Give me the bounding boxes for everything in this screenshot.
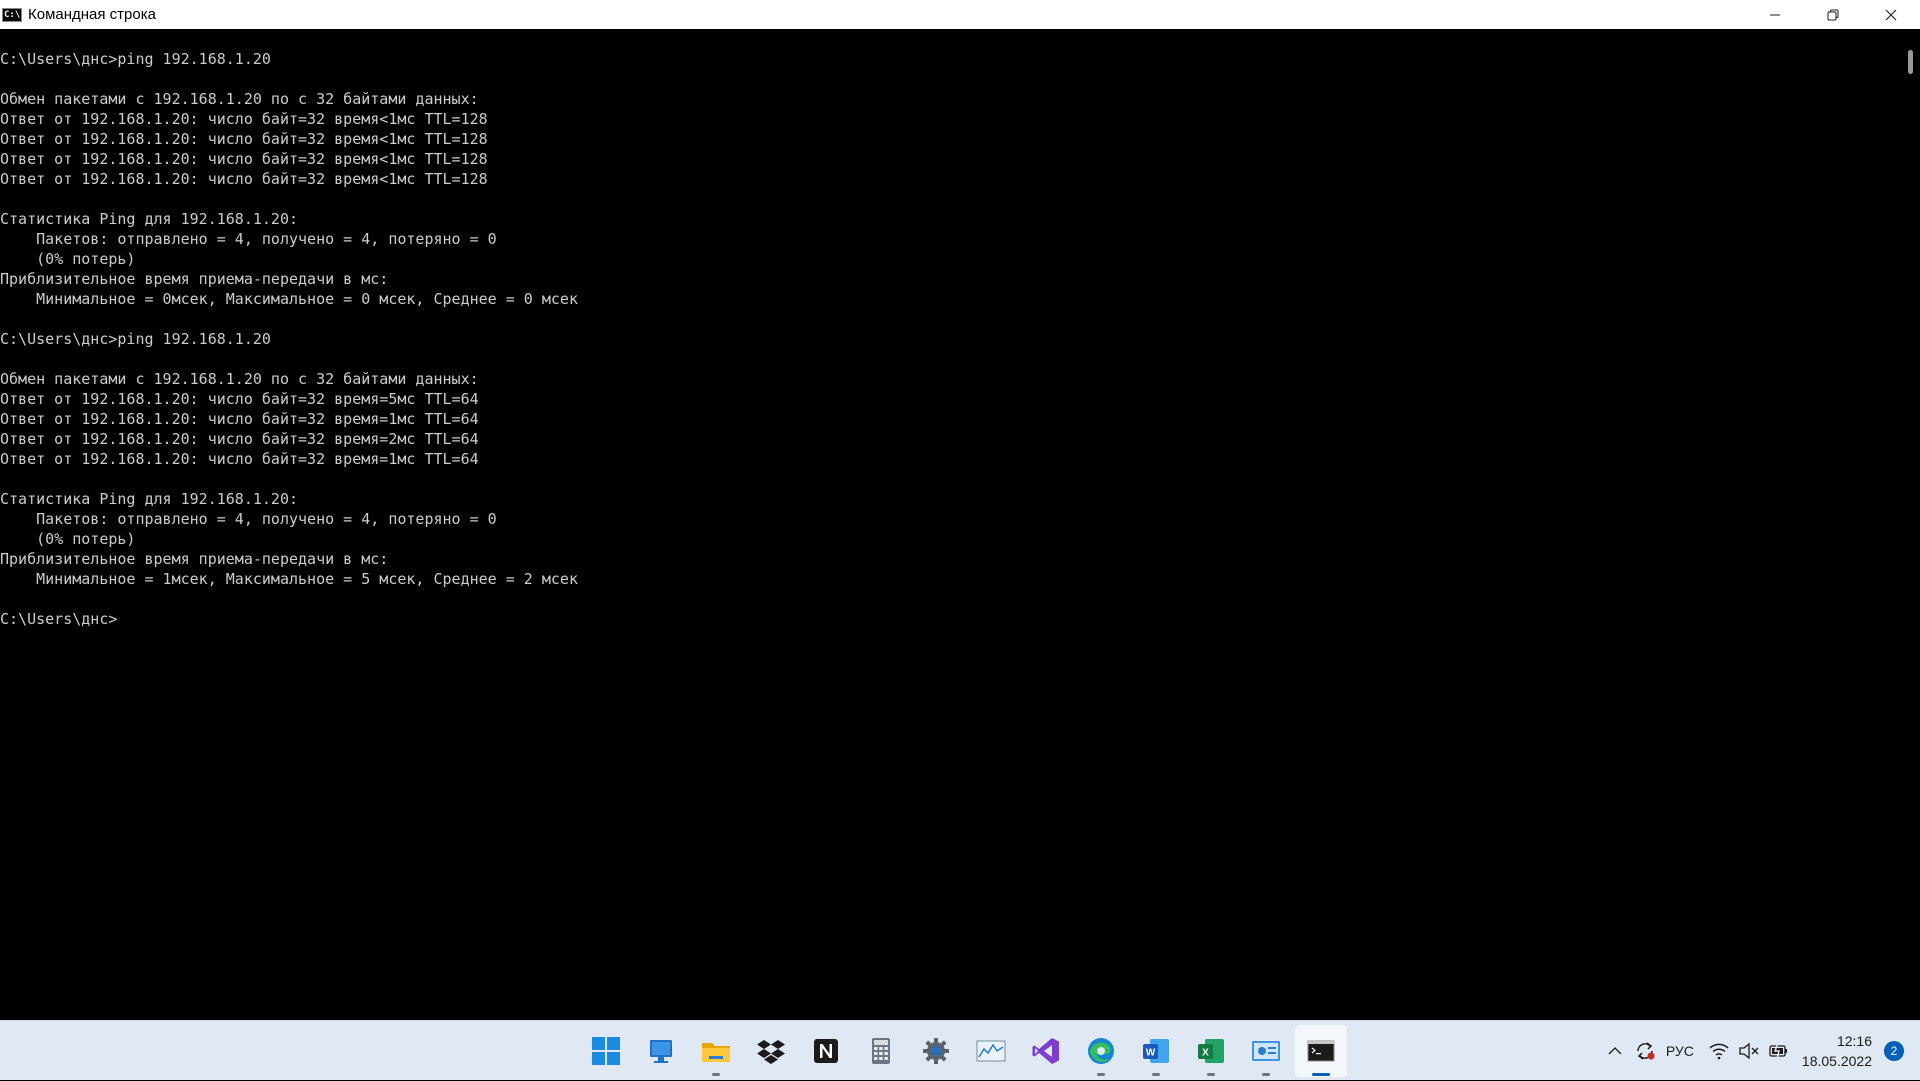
- wifi-icon: [1709, 1043, 1729, 1060]
- show-hidden-icons-button[interactable]: [1600, 1036, 1630, 1066]
- console-line: Статистика Ping для 192.168.1.20:: [0, 210, 299, 228]
- vertical-scrollbar[interactable]: [1900, 29, 1920, 1020]
- start-button[interactable]: [580, 1025, 632, 1077]
- taskbar-app-control-panel[interactable]: [1240, 1025, 1292, 1077]
- taskbar-app-dropbox[interactable]: [745, 1025, 797, 1077]
- close-button[interactable]: [1862, 0, 1920, 29]
- word-icon: W: [1143, 1039, 1169, 1063]
- excel-icon: X: [1198, 1039, 1224, 1063]
- sync-status-button[interactable]: [1630, 1036, 1660, 1066]
- terminal-icon: [1307, 1040, 1335, 1062]
- clock[interactable]: 12:16 18.05.2022: [1794, 1031, 1884, 1071]
- taskbar-app-desktop[interactable]: [635, 1025, 687, 1077]
- svg-text:X: X: [1202, 1048, 1209, 1059]
- running-indicator: [1207, 1073, 1215, 1076]
- command-prompt-icon: C:\: [2, 7, 22, 22]
- console-line: C:\Users\днс>ping 192.168.1.20: [0, 330, 271, 348]
- taskbar-app-notion[interactable]: [800, 1025, 852, 1077]
- console-line: Ответ от 192.168.1.20: число байт=32 вре…: [0, 410, 479, 428]
- console-line: Обмен пакетами с 192.168.1.20 по с 32 ба…: [0, 370, 479, 388]
- calculator-icon: [872, 1038, 890, 1064]
- console-line: Пакетов: отправлено = 4, получено = 4, п…: [0, 510, 497, 528]
- console-line: Ответ от 192.168.1.20: число байт=32 вре…: [0, 130, 488, 148]
- notion-icon: [814, 1039, 838, 1063]
- console-output[interactable]: C:\Users\днс>ping 192.168.1.20 Обмен паке…: [0, 29, 1900, 1020]
- taskbar-app-command-prompt[interactable]: [1295, 1025, 1347, 1077]
- folder-icon: [702, 1043, 730, 1062]
- console-line: Ответ от 192.168.1.20: число байт=32 вре…: [0, 170, 488, 188]
- taskbar-app-monitor[interactable]: [965, 1025, 1017, 1077]
- restore-button[interactable]: [1804, 0, 1862, 29]
- active-indicator: [1312, 1073, 1330, 1076]
- windows-logo-icon: [592, 1037, 620, 1065]
- running-indicator: [1262, 1073, 1270, 1076]
- svg-text:W: W: [1146, 1048, 1156, 1059]
- control-panel-icon: [1252, 1041, 1280, 1061]
- visual-studio-icon: [1032, 1038, 1059, 1064]
- taskbar-app-word[interactable]: W: [1130, 1025, 1182, 1077]
- window-controls: [1746, 0, 1920, 29]
- console-line: (0% потерь): [0, 250, 136, 268]
- running-indicator: [1152, 1073, 1160, 1076]
- console-line: Ответ от 192.168.1.20: число байт=32 вре…: [0, 430, 479, 448]
- chart-icon: [976, 1040, 1006, 1062]
- console-line: Ответ от 192.168.1.20: число байт=32 вре…: [0, 390, 479, 408]
- console-line: Ответ от 192.168.1.20: число байт=32 вре…: [0, 150, 488, 168]
- dropbox-icon: [757, 1040, 785, 1064]
- console-line: Обмен пакетами с 192.168.1.20 по с 32 ба…: [0, 90, 479, 108]
- console-line: Приблизительное время приема-передачи в …: [0, 270, 389, 288]
- volume-muted-icon: [1739, 1042, 1759, 1060]
- console-line: Ответ от 192.168.1.20: число байт=32 вре…: [0, 450, 479, 468]
- taskbar-app-edge[interactable]: [1075, 1025, 1127, 1077]
- input-language-indicator[interactable]: РУС: [1660, 1043, 1704, 1059]
- taskbar-app-excel[interactable]: X: [1185, 1025, 1237, 1077]
- minimize-icon: [1770, 14, 1780, 15]
- console-line: (0% потерь): [0, 530, 136, 548]
- sync-icon: [1637, 1042, 1655, 1060]
- taskbar-apps: W X: [580, 1021, 1350, 1081]
- network-button[interactable]: [1704, 1036, 1734, 1066]
- clock-time: 12:16: [1836, 1033, 1872, 1049]
- close-icon: [1885, 9, 1897, 20]
- running-indicator: [1097, 1073, 1105, 1076]
- console-line: Минимальное = 1мсек, Максимальное = 5 мс…: [0, 570, 578, 588]
- chevron-up-icon: [1608, 1047, 1622, 1055]
- console-line: Ответ от 192.168.1.20: число байт=32 вре…: [0, 110, 488, 128]
- battery-button[interactable]: [1764, 1036, 1794, 1066]
- minimize-button[interactable]: [1746, 0, 1804, 29]
- console-line: C:\Users\днс>ping 192.168.1.20: [0, 50, 271, 68]
- console-line: Статистика Ping для 192.168.1.20:: [0, 490, 299, 508]
- taskbar-app-file-explorer[interactable]: [690, 1025, 742, 1077]
- notification-badge[interactable]: 2: [1884, 1041, 1904, 1061]
- taskbar-app-visual-studio[interactable]: [1020, 1025, 1072, 1077]
- edge-icon: [1088, 1038, 1114, 1064]
- console-line: C:\Users\днс>: [0, 610, 118, 628]
- taskbar: W X РУС 12:16 18.05.2022 2: [0, 1020, 1920, 1080]
- taskbar-app-calculator[interactable]: [855, 1025, 907, 1077]
- system-tray: РУС 12:16 18.05.2022 2: [1600, 1021, 1920, 1081]
- volume-button[interactable]: [1734, 1036, 1764, 1066]
- desktop-icon: [650, 1040, 672, 1063]
- scrollbar-thumb[interactable]: [1908, 50, 1913, 74]
- taskbar-app-settings[interactable]: [910, 1025, 962, 1077]
- running-indicator: [712, 1073, 720, 1076]
- battery-charging-icon: [1769, 1042, 1787, 1060]
- window-title: Командная строка: [28, 6, 156, 23]
- gear-icon: [923, 1038, 949, 1064]
- clock-date: 18.05.2022: [1801, 1053, 1872, 1069]
- console-line: Пакетов: отправлено = 4, получено = 4, п…: [0, 230, 497, 248]
- console-line: Минимальное = 0мсек, Максимальное = 0 мс…: [0, 290, 578, 308]
- window-title-bar[interactable]: C:\ Командная строка: [0, 0, 1920, 29]
- restore-icon: [1827, 9, 1839, 20]
- console-line: Приблизительное время приема-передачи в …: [0, 550, 389, 568]
